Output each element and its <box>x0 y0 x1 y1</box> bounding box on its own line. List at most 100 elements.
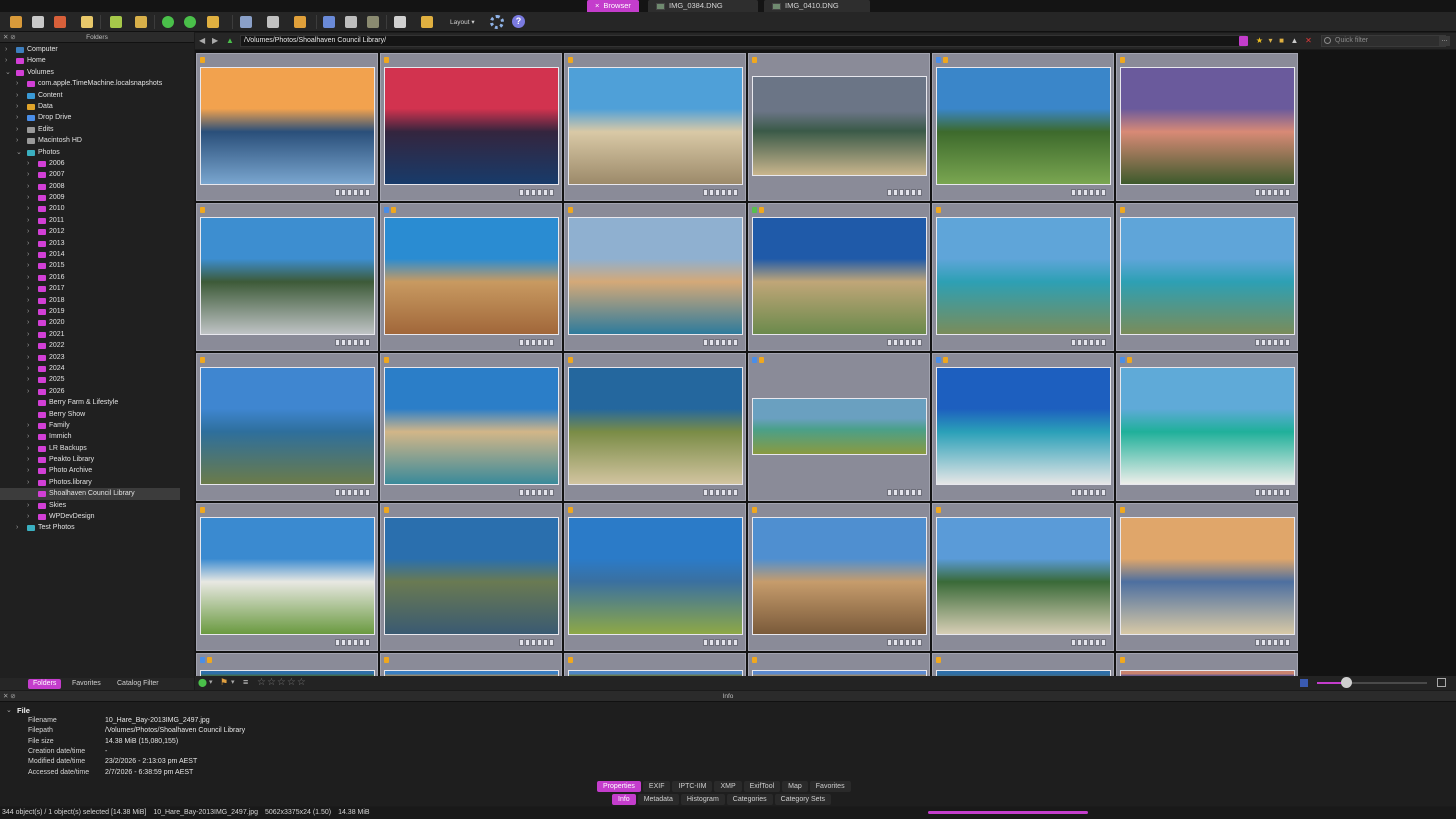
info-tab-category-sets[interactable]: Category Sets <box>774 794 831 805</box>
quick-filter-input[interactable]: Quick filter <box>1321 35 1446 47</box>
thumbnail-cell[interactable] <box>380 203 562 351</box>
copy-to-icon[interactable] <box>110 16 122 28</box>
thumbnail-cell[interactable] <box>1116 503 1298 651</box>
flag-icon[interactable]: ⚑ <box>220 677 228 688</box>
folder-tree-item[interactable]: › Computer <box>0 44 194 55</box>
folder-tree-item[interactable]: Berry Farm & Lifestyle <box>0 397 194 408</box>
print-icon[interactable] <box>394 16 406 28</box>
up-folder-icon[interactable]: ▲ <box>226 36 234 45</box>
filter-icon[interactable] <box>294 16 306 28</box>
sort-icon[interactable] <box>240 16 252 28</box>
chevron-right-icon[interactable]: › <box>27 272 29 283</box>
photo-thumbnail-rocks-beach-sky[interactable] <box>384 217 559 335</box>
thumbnail-cell[interactable] <box>196 653 378 676</box>
photo-thumbnail-sand-channel-beach[interactable] <box>752 517 927 635</box>
folder-tree-item[interactable]: › Family <box>0 420 194 431</box>
thumbnail-cell[interactable] <box>1116 653 1298 676</box>
thumbnail-cell[interactable] <box>564 503 746 651</box>
thumbnail-cell[interactable] <box>564 353 746 501</box>
chevron-down-icon[interactable]: ⌄ <box>16 147 22 158</box>
move-to-icon[interactable] <box>135 16 147 28</box>
folder-tree-item[interactable]: › Immich <box>0 431 194 442</box>
photo-thumbnail-aerial-surf-beach[interactable] <box>568 217 743 335</box>
export-icon[interactable] <box>54 16 66 28</box>
thumbnail-cell[interactable] <box>932 203 1114 351</box>
photo-thumbnail-dune-grass-blue-sky[interactable] <box>752 217 927 335</box>
folder-tree-item[interactable]: › Drop Drive <box>0 112 194 123</box>
folder-tree-item[interactable]: › Skies <box>0 500 194 511</box>
view-mode-icon[interactable] <box>267 16 279 28</box>
chevron-right-icon[interactable]: › <box>27 192 29 203</box>
folder-tree-item[interactable]: › Content <box>0 90 194 101</box>
chevron-right-icon[interactable]: › <box>27 317 29 328</box>
photo-thumbnail-headland-grass-sea[interactable] <box>568 517 743 635</box>
chevron-right-icon[interactable]: › <box>27 238 29 249</box>
thumbnail-cell[interactable] <box>196 353 378 501</box>
chevron-right-icon[interactable]: › <box>27 203 29 214</box>
folder-tree-item[interactable]: › Photos.library <box>0 477 194 488</box>
photo-thumbnail-sunset-bay-mountain[interactable] <box>200 67 375 185</box>
chevron-right-icon[interactable]: › <box>27 477 29 488</box>
thumbnail-cell[interactable] <box>932 53 1114 201</box>
thumbnail-cell[interactable] <box>748 53 930 201</box>
photo-thumbnail-red-sunset-lake[interactable] <box>384 67 559 185</box>
chevron-right-icon[interactable]: › <box>27 169 29 180</box>
folder-tree-item[interactable]: › com.apple.TimeMachine.localsnapshots <box>0 78 194 89</box>
chevron-right-icon[interactable]: › <box>27 386 29 397</box>
thumbnail-cell[interactable] <box>748 503 930 651</box>
more-options-button[interactable]: ... <box>1439 36 1450 46</box>
photo-thumbnail-rock-platform-pool[interactable] <box>384 517 559 635</box>
tab-folders[interactable]: Folders <box>28 679 62 689</box>
chevron-down-icon[interactable]: ▾ <box>209 678 213 686</box>
thumbnail-cell[interactable] <box>932 353 1114 501</box>
folder-tree-item[interactable]: › 2019 <box>0 306 194 317</box>
folder-tree-item[interactable]: › 2014 <box>0 249 194 260</box>
chevron-right-icon[interactable]: › <box>27 249 29 260</box>
thumbnail-cell[interactable] <box>748 653 930 676</box>
thumbnail-cell[interactable] <box>564 53 746 201</box>
batch-convert-icon[interactable] <box>207 16 219 28</box>
photo-thumbnail-dunes-blue-sky[interactable] <box>200 517 375 635</box>
tab-img-0410[interactable]: IMG_0410.DNG <box>764 0 870 12</box>
photo-thumbnail-cove-sand-clear-water[interactable] <box>384 367 559 485</box>
folder-tree-item[interactable]: › 2011 <box>0 215 194 226</box>
info-tab-histogram[interactable]: Histogram <box>680 794 725 805</box>
folder-tree-item[interactable]: › 2020 <box>0 317 194 328</box>
sort-order-icon[interactable]: ≡ <box>243 677 248 687</box>
folder-tree-item[interactable]: › 2026 <box>0 386 194 397</box>
thumbnail-cell[interactable] <box>380 53 562 201</box>
thumbnail-cell[interactable] <box>380 653 562 676</box>
chevron-right-icon[interactable]: › <box>27 420 29 431</box>
photo-thumbnail-white-beach-blue-sky[interactable] <box>936 367 1111 485</box>
info-tab-properties[interactable]: Properties <box>597 781 641 792</box>
photo-thumbnail-aerial-sandbar-clouds[interactable] <box>752 76 927 176</box>
chevron-right-icon[interactable]: › <box>27 295 29 306</box>
folder-tree-item[interactable]: › 2015 <box>0 260 194 271</box>
folder-tree-item[interactable]: Berry Show <box>0 409 194 420</box>
photo-thumbnail-aerial-lagoon-1[interactable] <box>936 217 1111 335</box>
folder-tree-item[interactable]: › 2017 <box>0 283 194 294</box>
panel-close-icon[interactable]: ✕ ⊘ <box>3 691 16 702</box>
chevron-right-icon[interactable]: › <box>5 55 7 66</box>
folder-tree-item[interactable]: › 2008 <box>0 181 194 192</box>
back-icon[interactable]: ◀ <box>199 36 205 45</box>
chevron-right-icon[interactable]: › <box>27 443 29 454</box>
tag-icon[interactable]: ⬤ <box>198 678 207 687</box>
folder-icon[interactable]: ■ <box>1277 36 1286 45</box>
folder-tree-item[interactable]: › 2022 <box>0 340 194 351</box>
help-icon[interactable]: ? <box>512 15 525 28</box>
chevron-right-icon[interactable]: › <box>5 44 7 55</box>
photo-thumbnail-dunes-grass-twilight[interactable] <box>1120 67 1295 185</box>
chevron-right-icon[interactable]: › <box>27 158 29 169</box>
eject-icon[interactable]: ▲ <box>1290 36 1299 45</box>
photo-thumbnail-aerial-coast-town[interactable] <box>200 367 375 485</box>
rating-stars[interactable]: ☆☆☆☆☆ <box>257 677 307 688</box>
folder-tree-item[interactable]: › Macintosh HD <box>0 135 194 146</box>
thumbnail-size-slider[interactable] <box>1317 677 1427 688</box>
rotate-right-icon[interactable] <box>184 16 196 28</box>
thumbnail-cell[interactable] <box>748 353 930 501</box>
chevron-right-icon[interactable]: › <box>16 135 18 146</box>
star-icon[interactable]: ★ <box>1255 36 1264 45</box>
folder-tree-item[interactable]: › 2007 <box>0 169 194 180</box>
chevron-right-icon[interactable]: › <box>27 260 29 271</box>
